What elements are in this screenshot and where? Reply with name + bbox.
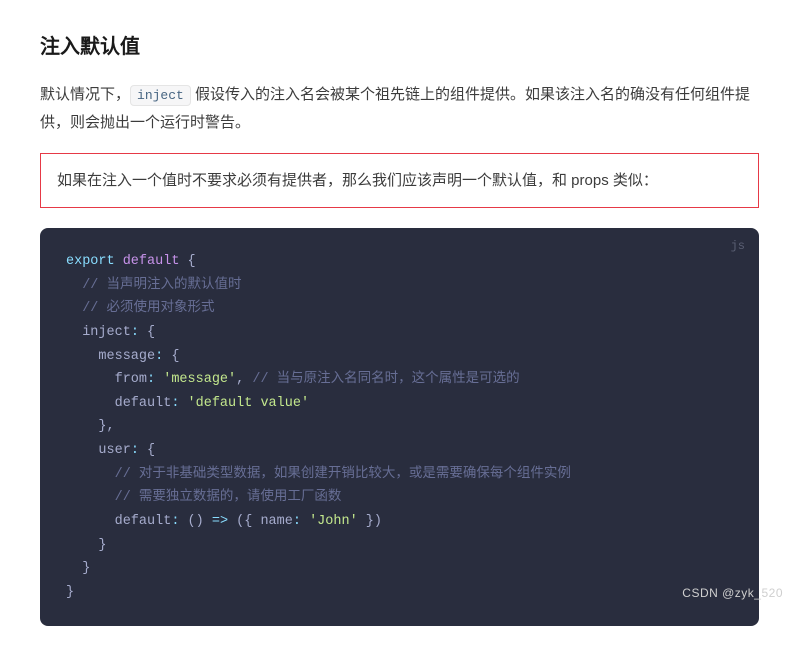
watermark: CSDN @zyk_520 (682, 586, 783, 600)
code-line: } (66, 581, 733, 605)
code-line: } (66, 557, 733, 581)
highlight-callout: 如果在注入一个值时不要求必须有提供者，那么我们应该声明一个默认值，和 props… (40, 153, 759, 209)
code-language-badge: js (731, 236, 745, 257)
code-line: // 当声明注入的默认值时 (66, 274, 733, 298)
highlight-text: 如果在注入一个值时不要求必须有提供者，那么我们应该声明一个默认值，和 props… (57, 172, 658, 189)
inline-code-inject: inject (130, 85, 191, 106)
code-line: user: { (66, 439, 733, 463)
code-line: // 需要独立数据的，请使用工厂函数 (66, 486, 733, 510)
code-line: from: 'message', // 当与原注入名同名时，这个属性是可选的 (66, 368, 733, 392)
code-line: message: { (66, 345, 733, 369)
code-line: }, (66, 415, 733, 439)
code-line: // 必须使用对象形式 (66, 297, 733, 321)
code-line: inject: { (66, 321, 733, 345)
code-line: default: () => ({ name: 'John' }) (66, 510, 733, 534)
code-line: default: 'default value' (66, 392, 733, 416)
code-line: // 对于非基础类型数据，如果创建开销比较大，或是需要确保每个组件实例 (66, 463, 733, 487)
code-block: js export default { // 当声明注入的默认值时 // 必须使… (40, 228, 759, 626)
code-line: export default { (66, 250, 733, 274)
code-line: } (66, 534, 733, 558)
paragraph-before: 默认情况下， (40, 86, 130, 103)
section-heading: 注入默认值 (40, 30, 759, 59)
intro-paragraph: 默认情况下，inject 假设传入的注入名会被某个祖先链上的组件提供。如果该注入… (40, 81, 759, 137)
